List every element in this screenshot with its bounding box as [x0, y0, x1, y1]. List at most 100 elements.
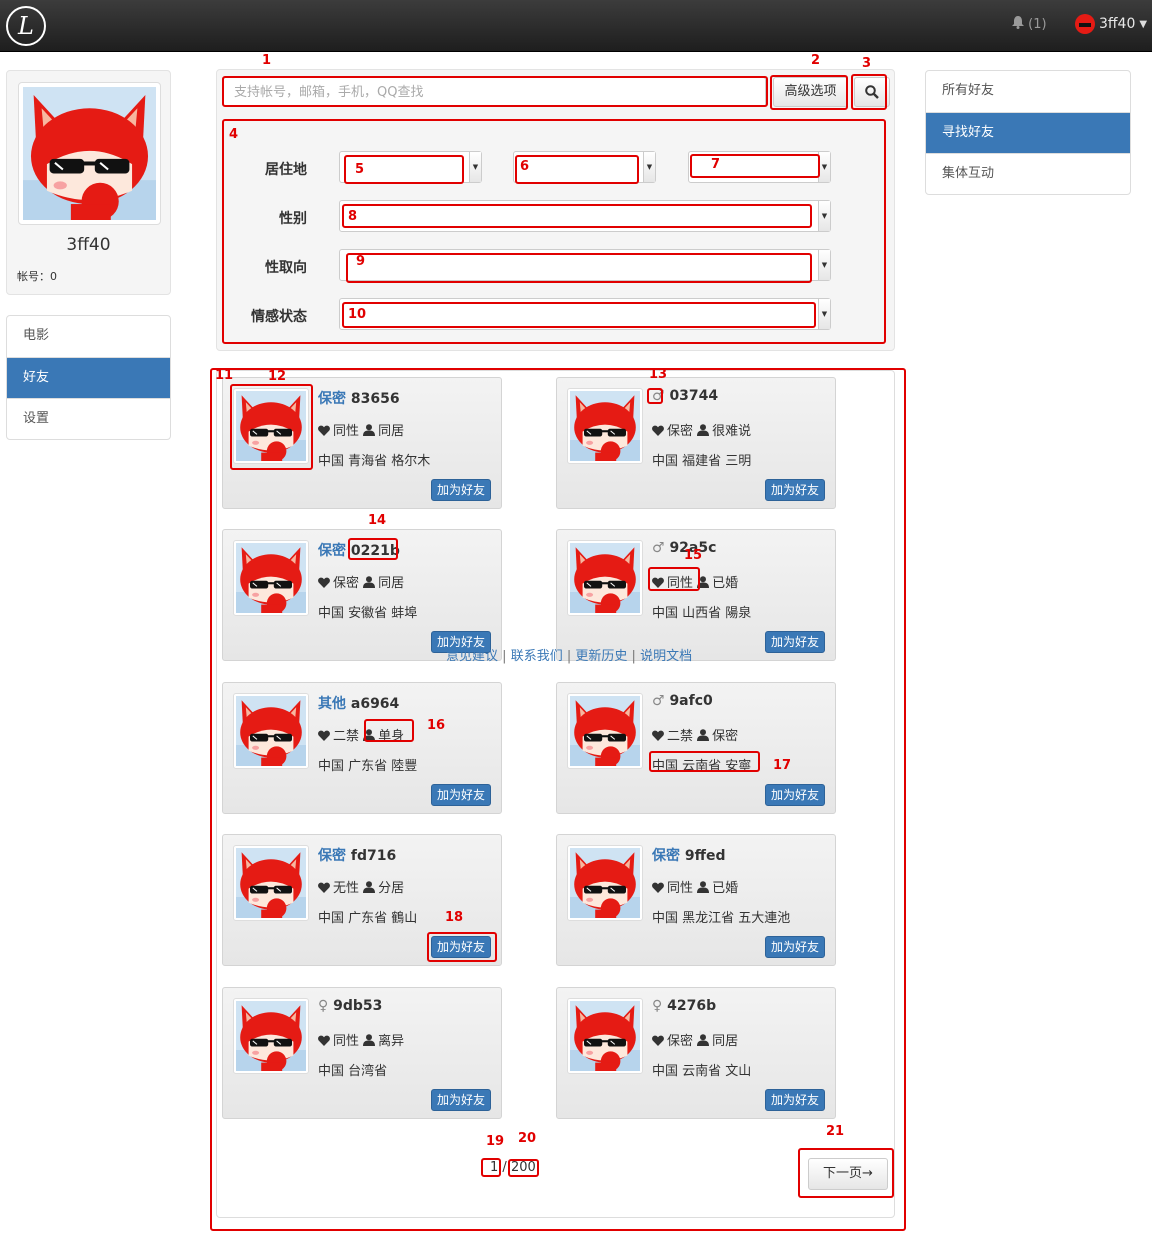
gender-label: 保密 — [318, 543, 346, 559]
friend-location: 中国 广东省 鶴山 — [318, 911, 418, 926]
relationship-select[interactable]: ▼ — [339, 298, 831, 330]
add-friend-button[interactable]: 加为好友 — [765, 1089, 825, 1111]
left-nav-item-friends[interactable]: 好友 — [7, 357, 170, 398]
gender-label: ♀ — [652, 998, 663, 1014]
dropdown-arrow-icon: ▼ — [818, 299, 830, 329]
friend-id[interactable]: 03744 — [669, 388, 718, 404]
next-page-button[interactable]: 下一页→ — [808, 1158, 888, 1190]
left-nav-item-movies[interactable]: 电影 — [7, 316, 170, 357]
friend-header: ♂ 9afc0 — [652, 693, 713, 709]
residence-label: 居住地 — [265, 162, 307, 178]
user-icon — [363, 881, 376, 893]
annotation-number: 8 — [348, 209, 358, 224]
notifications-button[interactable]: (1) — [1012, 16, 1047, 32]
add-friend-button[interactable]: 加为好友 — [431, 936, 491, 958]
annotation-number: 3 — [862, 56, 872, 71]
footer-links: 意见建议 | 联系我们 | 更新历史 | 说明文档 — [446, 645, 692, 664]
friend-avatar[interactable] — [233, 540, 309, 616]
friend-header: 其他 a6964 — [318, 693, 399, 713]
friend-attributes: 保密 同居 — [652, 1030, 738, 1049]
friend-id[interactable]: 0221b — [351, 543, 400, 559]
annotation-number: 11 — [215, 368, 234, 383]
friend-location: 中国 台湾省 — [318, 1064, 388, 1079]
friend-location: 中国 安徽省 蚌埠 — [318, 606, 418, 621]
friend-id[interactable]: 9ffed — [685, 848, 726, 864]
friend-avatar[interactable] — [567, 998, 643, 1074]
add-friend-button[interactable]: 加为好友 — [765, 631, 825, 653]
friend-avatar[interactable] — [567, 540, 643, 616]
friend-location: 中国 山西省 陽泉 — [652, 606, 752, 621]
add-friend-button[interactable]: 加为好友 — [765, 479, 825, 501]
friend-card: 其他 a6964 二禁 单身 中国 广东省 陸豐 加为好友 — [222, 682, 502, 814]
user-menu[interactable]: 3ff40 ▼ — [1075, 14, 1147, 34]
friend-attributes: 二禁 保密 — [652, 725, 738, 744]
heart-icon — [652, 577, 664, 588]
friend-avatar[interactable] — [233, 693, 309, 769]
orientation-value: 同性 — [333, 1034, 360, 1049]
user-avatar — [1075, 14, 1095, 34]
search-button[interactable] — [854, 77, 890, 107]
friend-id[interactable]: a6964 — [351, 696, 399, 712]
footer-link-history[interactable]: 更新历史 — [575, 649, 627, 664]
friend-id[interactable]: 9afc0 — [669, 693, 712, 709]
friend-card: 保密 83656 同性 同居 中国 青海省 格尔木 加为好友 — [222, 377, 502, 509]
friend-avatar[interactable] — [233, 998, 309, 1074]
gender-label: ♂ — [652, 388, 665, 404]
status-value: 保密 — [712, 729, 739, 744]
user-icon — [363, 424, 376, 436]
friend-attributes: 同性 离异 — [318, 1030, 404, 1049]
add-friend-button[interactable]: 加为好友 — [431, 479, 491, 501]
user-icon — [697, 424, 710, 436]
city-select[interactable]: ▼ — [513, 151, 656, 183]
orientation-select[interactable]: ▼ — [339, 249, 831, 281]
friend-id[interactable]: fd716 — [351, 848, 396, 864]
right-nav-item-all-friends[interactable]: 所有好友 — [926, 71, 1130, 112]
footer-link-docs[interactable]: 说明文档 — [640, 649, 692, 664]
annotation-number: 6 — [520, 159, 530, 174]
heart-icon — [652, 730, 664, 741]
friend-attributes: 保密 同居 — [318, 572, 404, 591]
friend-header: 保密 83656 — [318, 388, 400, 408]
add-friend-button[interactable]: 加为好友 — [765, 936, 825, 958]
gender-label: 保密 — [318, 848, 346, 864]
friend-avatar[interactable] — [567, 845, 643, 921]
friend-avatar[interactable] — [233, 845, 309, 921]
pager: 1 / 200 — [490, 1160, 536, 1175]
logo-icon[interactable]: L — [6, 6, 46, 46]
friend-avatar[interactable] — [567, 693, 643, 769]
footer-link-feedback[interactable]: 意见建议 — [446, 649, 498, 664]
status-value: 离异 — [378, 1034, 405, 1049]
left-nav-item-settings[interactable]: 设置 — [7, 398, 170, 439]
annotation-number: 21 — [826, 1124, 845, 1139]
current-page[interactable]: 1 — [490, 1160, 498, 1175]
advanced-options-button[interactable]: 高级选项 — [773, 77, 848, 107]
friend-avatar[interactable] — [567, 388, 643, 464]
annotation-number: 15 — [684, 548, 703, 563]
friend-id[interactable]: 9db53 — [333, 998, 382, 1014]
heart-icon — [318, 730, 330, 741]
orientation-value: 保密 — [333, 576, 360, 591]
heart-icon — [652, 882, 664, 893]
friend-avatar[interactable] — [233, 388, 309, 464]
right-nav-item-group[interactable]: 集体互动 — [926, 153, 1130, 194]
gender-select[interactable]: ▼ — [339, 200, 831, 232]
profile-avatar[interactable] — [18, 82, 161, 225]
add-friend-button[interactable]: 加为好友 — [431, 784, 491, 806]
footer-link-contact[interactable]: 联系我们 — [511, 649, 563, 664]
total-pages[interactable]: 200 — [511, 1160, 536, 1175]
gender-label: ♂ — [652, 540, 665, 556]
right-nav-item-find-friends[interactable]: 寻找好友 — [926, 112, 1130, 153]
right-nav: 所有好友 寻找好友 集体互动 — [925, 70, 1131, 195]
add-friend-button[interactable]: 加为好友 — [431, 1089, 491, 1111]
pager-separator: / — [502, 1160, 507, 1175]
annotation-number: 1 — [262, 53, 272, 68]
friend-header: 保密 0221b — [318, 540, 400, 560]
search-input[interactable] — [223, 77, 766, 107]
friend-id[interactable]: 4276b — [667, 998, 716, 1014]
add-friend-button[interactable]: 加为好友 — [765, 784, 825, 806]
dropdown-arrow-icon: ▼ — [818, 152, 830, 182]
friend-id[interactable]: 83656 — [351, 391, 400, 407]
district-select[interactable]: ▼ — [688, 151, 831, 183]
dropdown-arrow-icon: ▼ — [469, 152, 481, 182]
friend-card: 保密 0221b 保密 同居 中国 安徽省 蚌埠 加为好友 — [222, 529, 502, 661]
